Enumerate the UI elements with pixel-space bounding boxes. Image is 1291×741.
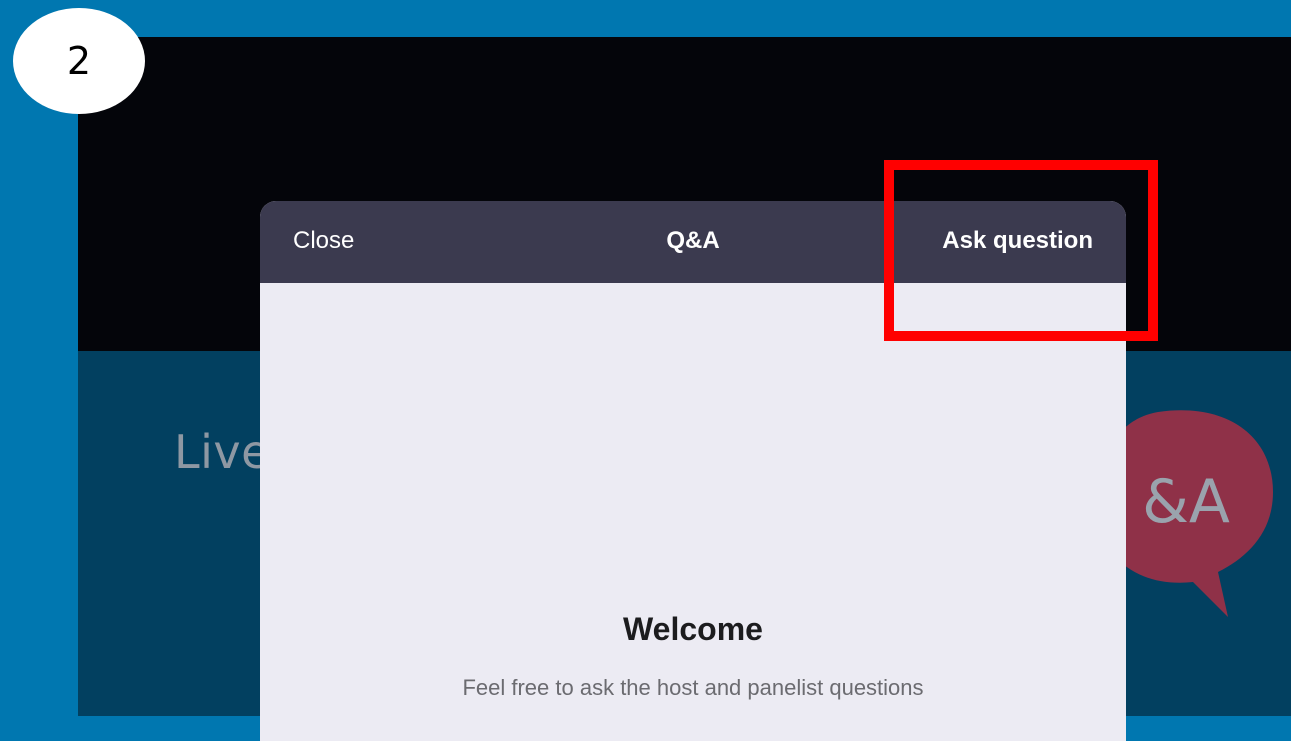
close-button[interactable]: Close [293,227,354,255]
qa-dialog: Close Q&A Ask question Welcome Feel free… [260,201,1126,741]
step-number-badge: 2 [13,8,145,114]
ask-question-button[interactable]: Ask question [942,227,1093,255]
welcome-heading: Welcome [623,611,763,647]
live-qa-banner-text: Live [174,425,270,479]
qa-dialog-header: Close Q&A Ask question [260,201,1126,283]
welcome-subtitle: Feel free to ask the host and panelist q… [462,675,924,700]
qa-graphic-label: &A [1142,467,1230,537]
